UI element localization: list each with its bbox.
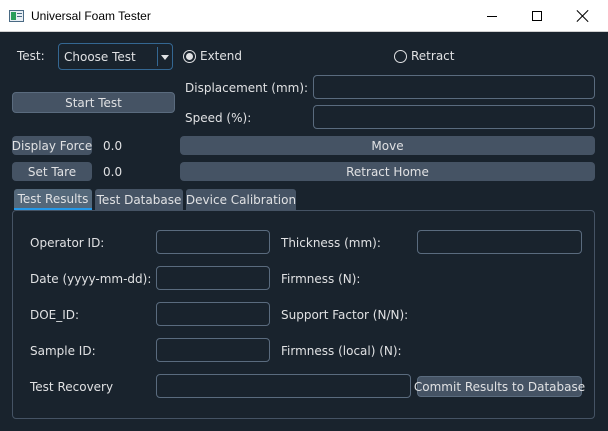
test-recovery-label: Test Recovery [30, 380, 114, 394]
displacement-input[interactable] [313, 75, 595, 99]
doe-id-label: DOE_ID: [30, 308, 80, 322]
speed-input[interactable] [313, 105, 595, 129]
speed-label: Speed (%): [185, 111, 252, 125]
thickness-input[interactable] [417, 230, 582, 254]
test-recovery-input[interactable] [156, 374, 411, 398]
close-button[interactable] [560, 0, 606, 32]
retract-home-button[interactable]: Retract Home [180, 162, 595, 181]
firmness-local-label: Firmness (local) (N): [281, 344, 402, 358]
test-select[interactable]: Choose Test [58, 43, 173, 70]
displacement-label: Displacement (mm): [185, 81, 309, 95]
sample-id-label: Sample ID: [30, 344, 96, 358]
test-label: Test: [17, 49, 45, 63]
tab-test-database[interactable]: Test Database [95, 189, 183, 210]
minimize-button[interactable] [469, 0, 515, 32]
tare-value: 0.0 [103, 165, 123, 179]
doe-id-input[interactable] [156, 302, 270, 326]
maximize-button[interactable] [514, 0, 560, 32]
title-bar: Universal Foam Tester [0, 0, 608, 32]
chevron-down-icon[interactable] [161, 55, 169, 60]
move-button[interactable]: Move [180, 136, 595, 155]
commit-results-button[interactable]: Commit Results to Database [414, 376, 585, 397]
date-input[interactable] [156, 266, 270, 290]
tab-test-results[interactable]: Test Results [14, 189, 92, 210]
thickness-label: Thickness (mm): [281, 236, 381, 250]
extend-radio[interactable] [183, 50, 196, 63]
test-select-value: Choose Test [64, 50, 136, 64]
force-value: 0.0 [103, 139, 123, 153]
window-title: Universal Foam Tester [31, 9, 151, 23]
date-label: Date (yyyy-mm-dd): [30, 272, 152, 286]
retract-radio[interactable] [394, 50, 407, 63]
retract-label[interactable]: Retract [411, 48, 454, 64]
maximize-icon [532, 11, 542, 21]
start-test-button[interactable]: Start Test [12, 92, 175, 113]
extend-label[interactable]: Extend [200, 48, 242, 64]
sample-id-input[interactable] [156, 338, 270, 362]
firmness-label: Firmness (N): [281, 272, 361, 286]
close-icon [577, 10, 589, 22]
tab-device-calibration[interactable]: Device Calibration [186, 189, 296, 210]
minimize-icon [487, 15, 497, 17]
support-factor-label: Support Factor (N/N): [281, 308, 409, 322]
operator-id-input[interactable] [156, 230, 270, 254]
set-tare-button[interactable]: Set Tare [12, 162, 92, 181]
app-window-icon [9, 10, 24, 22]
operator-id-label: Operator ID: [30, 236, 105, 250]
display-force-button[interactable]: Display Force [12, 136, 92, 155]
